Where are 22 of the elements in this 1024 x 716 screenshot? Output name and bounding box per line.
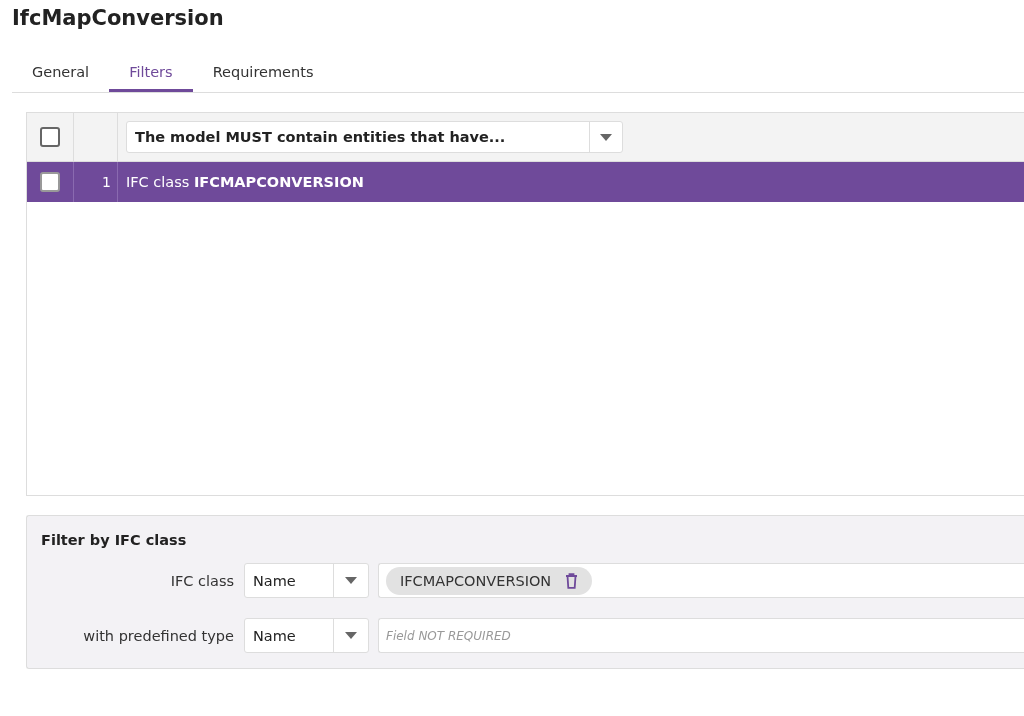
tab[interactable]: General <box>12 58 110 92</box>
page-title: IfcMapConversion <box>12 6 224 30</box>
field-label: IFC class <box>170 572 234 589</box>
field-label: with predefined type <box>83 627 234 644</box>
mode-dropdown[interactable]: Name <box>244 563 369 598</box>
class-tag: IFCMAPCONVERSION <box>386 566 593 595</box>
checkbox[interactable] <box>40 127 60 147</box>
grid-row[interactable]: 1 IFC class IFCMAPCONVERSION <box>27 162 1024 202</box>
row-text: IFC class IFCMAPCONVERSION <box>126 174 364 190</box>
caret-icon <box>600 133 612 141</box>
row-number: 1 <box>102 174 111 190</box>
panel-title: Filter by IFC class <box>41 532 187 548</box>
type-input-field[interactable]: Field NOT REQUIRED <box>378 618 1024 653</box>
caret-icon <box>345 632 357 639</box>
caret-icon <box>345 577 357 584</box>
tab[interactable]: Requirements <box>192 58 334 92</box>
condition-dropdown[interactable]: The model MUST contain entities that have... <box>126 121 623 153</box>
trash-icon[interactable] <box>565 572 579 589</box>
mode-dropdown[interactable]: Name <box>244 618 369 653</box>
class-field[interactable]: IFCMAPCONVERSION <box>378 563 1024 598</box>
tab[interactable]: Filters <box>109 58 193 92</box>
checkbox[interactable] <box>40 172 60 192</box>
